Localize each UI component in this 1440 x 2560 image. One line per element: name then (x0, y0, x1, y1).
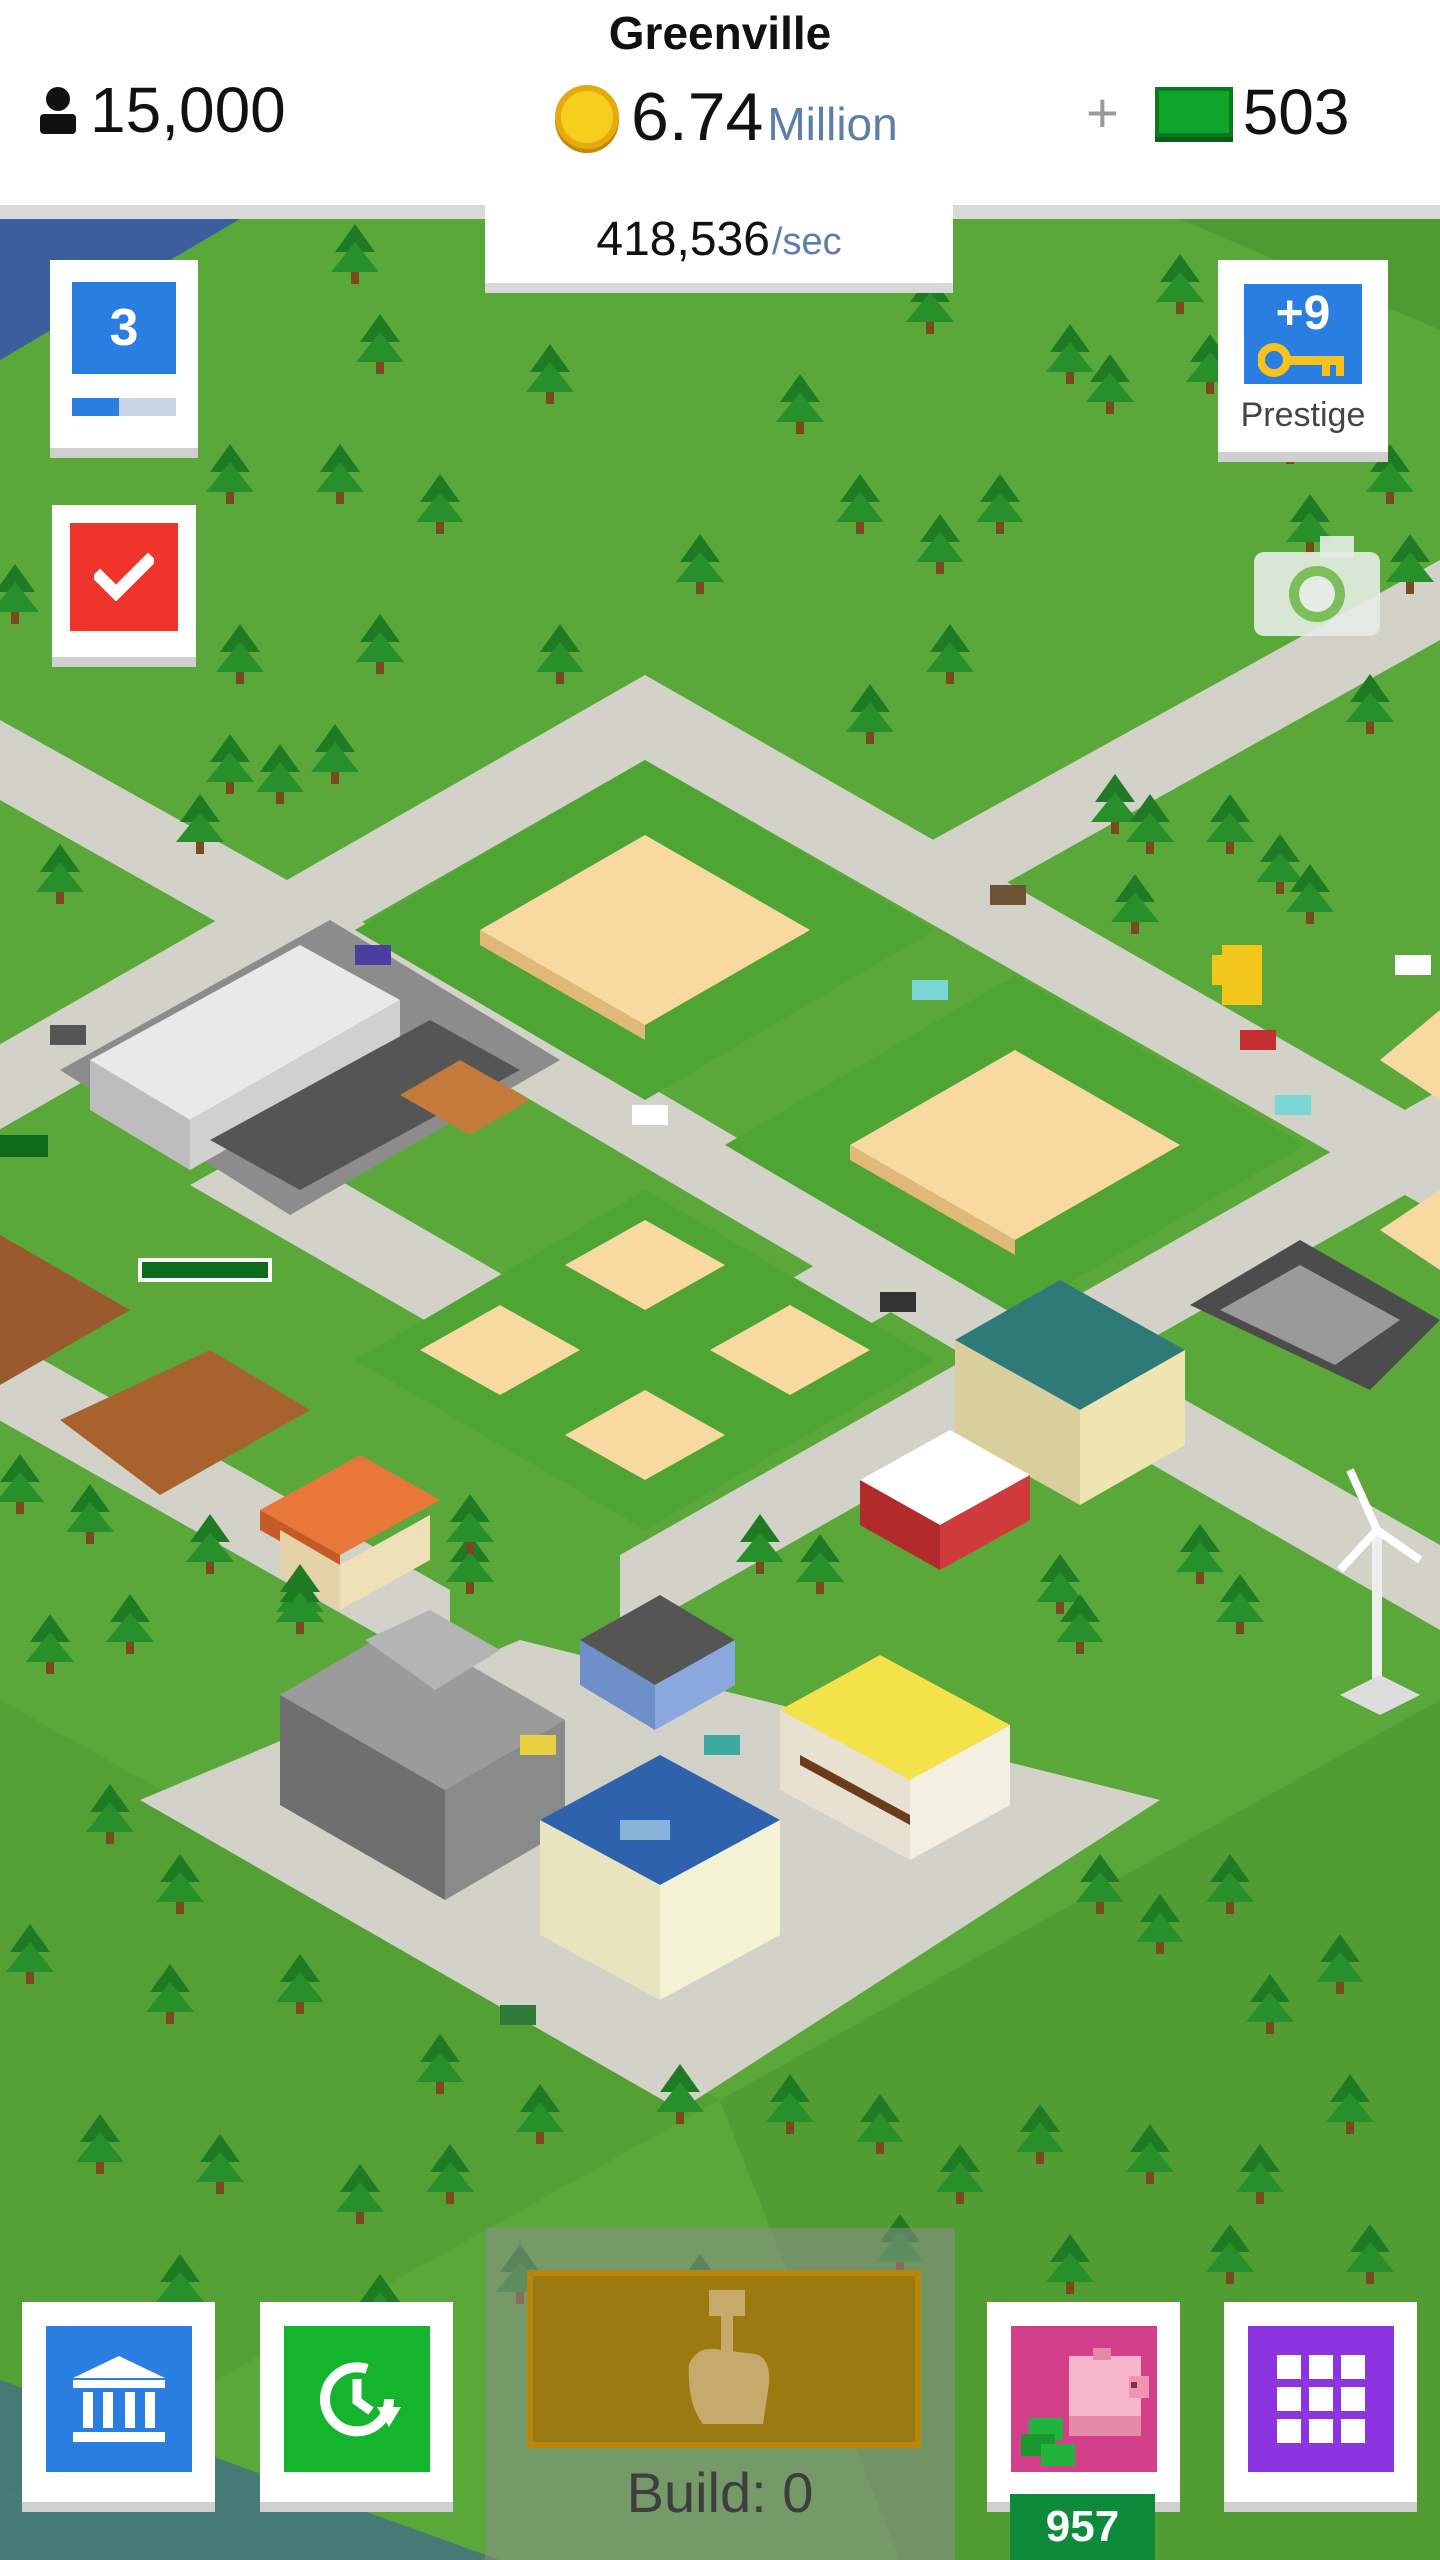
bank-icon (73, 2356, 165, 2442)
income-unit: /sec (771, 220, 842, 263)
prestige-bonus: +9 (1275, 287, 1331, 340)
add-cash-button[interactable]: + (1086, 80, 1119, 145)
clock-refresh-icon (320, 2362, 401, 2437)
tasks-button-face (70, 523, 178, 631)
piggy-bank-icon (1021, 2348, 1149, 2466)
prestige-label: Prestige (1240, 396, 1366, 434)
bank-button[interactable] (22, 2302, 215, 2502)
person-icon (40, 87, 76, 134)
checkmark-icon (94, 553, 154, 601)
coins-counter: 6.74 Million (555, 72, 898, 162)
population-counter: 15,000 (36, 70, 286, 150)
prestige-badge: +9 (1244, 284, 1362, 384)
cash-bill-icon (1154, 87, 1233, 137)
build-count-label: Build: 0 (626, 2461, 814, 2524)
piggy-bank-count: 957 (1010, 2494, 1155, 2560)
level-progress-bar (72, 398, 176, 416)
tasks-button[interactable] (52, 505, 196, 657)
camera-icon[interactable] (1250, 528, 1384, 640)
time-boost-button[interactable] (260, 2302, 453, 2502)
key-icon (1258, 343, 1344, 377)
menu-grid-button[interactable] (1224, 2302, 1417, 2502)
prestige-button[interactable]: +9 Prestige (1218, 260, 1388, 452)
city-map[interactable] (0, 219, 1440, 2560)
grid-icon (1277, 2355, 1365, 2443)
build-panel: Build: 0 (485, 2228, 955, 2560)
top-hud: Greenville 15,000 6.74 Million + 503 (0, 0, 1440, 205)
coins-unit: Million (767, 98, 898, 150)
piggy-bank-button-face (1011, 2326, 1157, 2472)
city-name: Greenville (608, 7, 832, 59)
income-rate: 418,536 /sec (485, 195, 953, 293)
cash-counter[interactable]: + 503 (1086, 72, 1349, 152)
time-boost-button-face (284, 2326, 430, 2472)
bank-button-face (46, 2326, 192, 2472)
level-button[interactable]: 3 (50, 260, 198, 448)
menu-grid-button-face (1248, 2326, 1394, 2472)
cash-value: 503 (1242, 76, 1350, 148)
piggy-bank-button[interactable] (987, 2302, 1180, 2502)
gold-coin-icon (555, 85, 619, 149)
income-value: 418,536 (596, 212, 770, 266)
level-number: 3 (72, 282, 176, 374)
build-button[interactable] (527, 2270, 921, 2448)
level-progress-fill (72, 398, 119, 416)
hammer-hand-icon (688, 2290, 770, 2424)
population-value: 15,000 (90, 74, 286, 146)
coins-value: 6.74 (631, 79, 764, 155)
